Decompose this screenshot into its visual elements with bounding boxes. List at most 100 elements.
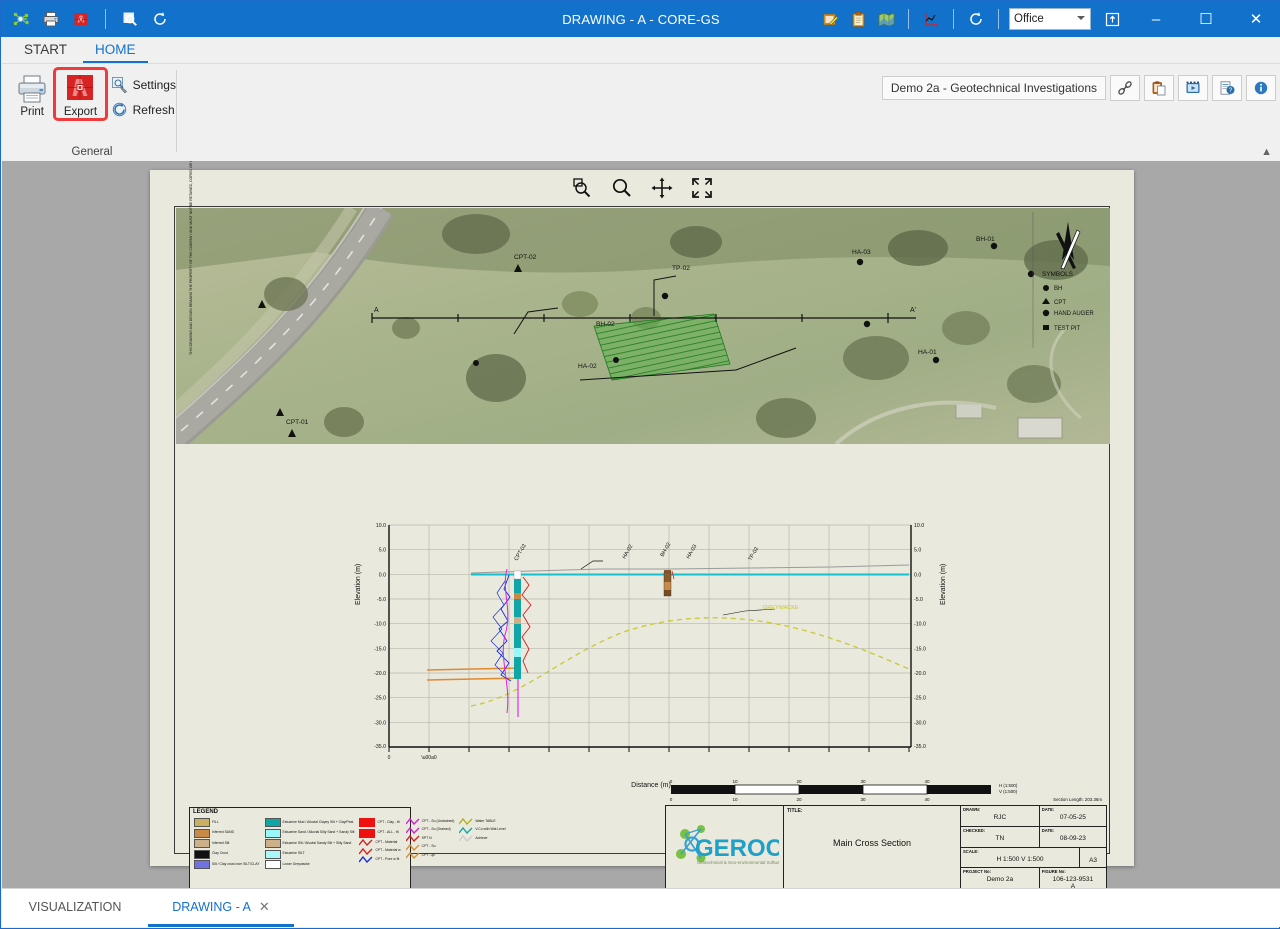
legend-item: CPT - Material w: [359, 847, 401, 855]
clipboard-icon[interactable]: [846, 7, 870, 31]
tab-home[interactable]: HOME: [83, 39, 148, 63]
export-dwg-icon[interactable]: [69, 7, 93, 31]
svg-text:-15.0: -15.0: [374, 646, 386, 652]
refresh-button[interactable]: Refresh: [111, 101, 176, 118]
title-block: GEROC Geotechnical & Geo-environmental S…: [665, 805, 1107, 890]
date2-value: 08-09-23: [1059, 834, 1086, 842]
legend-item: Estuarine Sand / Alluvial Silty Sand + S…: [264, 828, 354, 838]
minimize-button[interactable]: –: [1133, 1, 1179, 37]
export-button[interactable]: Export: [53, 67, 108, 121]
svg-text:A': A': [910, 307, 916, 314]
inspect-icon[interactable]: [118, 7, 142, 31]
legend-label: Achieve: [475, 835, 488, 840]
drawing-workspace: SYMBOLS BH CPT HAND AUGER TEST PIT CPT-0…: [2, 161, 1280, 891]
print-button[interactable]: Print: [8, 70, 56, 118]
checked-value: TN: [995, 834, 1005, 842]
title-bar: DRAWING - A - CORE-GS Office – ☐ ✕: [1, 1, 1280, 37]
legend-item: Silt / Clay crust over SILT/CLAY: [194, 860, 260, 869]
toolbar-divider-3: [953, 9, 954, 29]
legend-label: CPT - ALL - fit: [377, 830, 399, 835]
figure-value: 106-123-9531: [1052, 876, 1094, 884]
toolbar-divider-4: [998, 9, 999, 29]
title-cell: TITLE: Main Cross Section: [784, 806, 961, 888]
legend-swatch: [194, 818, 210, 827]
maximize-button[interactable]: ☐: [1183, 1, 1229, 37]
legend-label: FILL: [212, 819, 219, 824]
zoom-window-icon[interactable]: [569, 175, 595, 201]
tab-visualization[interactable]: VISUALIZATION: [2, 889, 148, 927]
svg-text:30: 30: [860, 797, 866, 802]
legend-columns: FILL Inferred SAND Inferred Silt Clay Cr…: [194, 818, 505, 871]
video-icon[interactable]: [1178, 75, 1208, 101]
legend-item: FILL: [194, 818, 260, 827]
legend-label: CPT - Material: [375, 839, 398, 844]
map-icon[interactable]: [874, 7, 898, 31]
link-icon[interactable]: [1110, 75, 1140, 101]
info-icon[interactable]: [1246, 75, 1276, 101]
legend-column-4: CPT - Su (Undrained) CPT - Su (Drained) …: [405, 818, 455, 871]
close-icon[interactable]: ✕: [259, 899, 270, 915]
project-name-field[interactable]: Demo 2a - Geotechnical Investigations: [881, 76, 1106, 100]
legend-item: Estuarine Mud / Alluvial Clayey Silt + C…: [264, 818, 355, 827]
svg-text:HA-02: HA-02: [578, 363, 597, 370]
legend-swatch: [359, 856, 373, 863]
checked-key: CHECKED:: [963, 827, 986, 833]
legend-column-5: Water TABLE V.Cu with Wat Level Achieve: [459, 818, 505, 871]
tab-drawing-a[interactable]: DRAWING - A ✕: [148, 889, 294, 927]
print-icon[interactable]: [39, 7, 63, 31]
title-block-fields: DRAWN: RJC DATE: 07-05-25 CHECKED: TN DA…: [961, 806, 1106, 890]
close-button[interactable]: ✕: [1233, 1, 1279, 37]
legend-item: CPT - qc: [405, 852, 455, 859]
legend-swatch: [194, 849, 210, 859]
office-select[interactable]: Office: [1009, 8, 1091, 30]
settings-button[interactable]: Settings: [111, 76, 176, 93]
zoom-icon[interactable]: [609, 175, 635, 201]
ribbon-tabs: START HOME: [2, 37, 1280, 63]
legend-item: CPT - ALL - fit: [359, 828, 400, 838]
fit-screen-icon[interactable]: [689, 175, 715, 201]
paste-icon[interactable]: [1144, 75, 1174, 101]
svg-text:-30.0: -30.0: [374, 720, 386, 726]
legend-swatch: [359, 847, 373, 855]
drawn-value: RJC: [993, 814, 1007, 821]
svg-text:CPT-01: CPT-01: [286, 419, 309, 426]
legend-swatch: [359, 839, 373, 846]
help-doc-icon[interactable]: ?: [1212, 75, 1242, 101]
legend-label: CPT - Su (Drained): [421, 827, 451, 832]
legend-label: V.Cu with Wat Level: [475, 827, 506, 832]
title-value: Main Cross Section: [832, 838, 912, 848]
legend-swatch: [264, 860, 281, 869]
legend-swatch: [264, 849, 281, 859]
legend-swatch: [264, 839, 281, 848]
network-icon[interactable]: [9, 7, 33, 31]
drawn-cell: DRAWN: RJC: [961, 806, 1040, 826]
figure-cell: FIGURE No: 106-123-9531 A: [1040, 868, 1106, 890]
svg-text:-10.0: -10.0: [914, 622, 926, 628]
restore-window-icon[interactable]: [1095, 7, 1129, 31]
tab-start[interactable]: START: [12, 39, 79, 63]
legend-label: Inferred Silt: [212, 840, 230, 845]
refresh-icon[interactable]: [148, 7, 172, 31]
edit-note-icon[interactable]: [818, 7, 842, 31]
svg-text:BH-02: BH-02: [596, 321, 615, 328]
svg-text:CPT: CPT: [1054, 300, 1066, 306]
view-toolbar: [150, 170, 1134, 206]
date2-key: DATE:: [1041, 827, 1055, 833]
sheet-size-value: A3: [1089, 856, 1098, 864]
pan-icon[interactable]: [649, 175, 675, 201]
project-value: Demo 2a: [986, 876, 1014, 884]
profile-icon[interactable]: [919, 7, 943, 31]
legend-swatch: [405, 835, 420, 842]
sync-icon[interactable]: [964, 7, 988, 31]
legend-item: SPT N: [405, 835, 455, 842]
svg-text:10.0: 10.0: [914, 523, 924, 529]
date1-value: 07-05-25: [1059, 814, 1086, 821]
section-length-label: Section Length: 203.36m: [1053, 797, 1102, 802]
drawing-page[interactable]: SYMBOLS BH CPT HAND AUGER TEST PIT CPT-0…: [174, 161, 1110, 890]
drawing-legend: LEGEND FILL Inferred SAND Inferred Silt …: [189, 807, 505, 889]
title-row-3: SCALE: H 1:500 V 1:500 A3: [961, 847, 1106, 869]
legend-swatch: [264, 818, 281, 827]
logo-subtitle: Geotechnical & Geo-environmental Softwar…: [697, 860, 779, 865]
tab-drawing-a-label: DRAWING - A: [172, 899, 251, 914]
ribbon-collapse-icon[interactable]: ▲: [1261, 146, 1272, 158]
